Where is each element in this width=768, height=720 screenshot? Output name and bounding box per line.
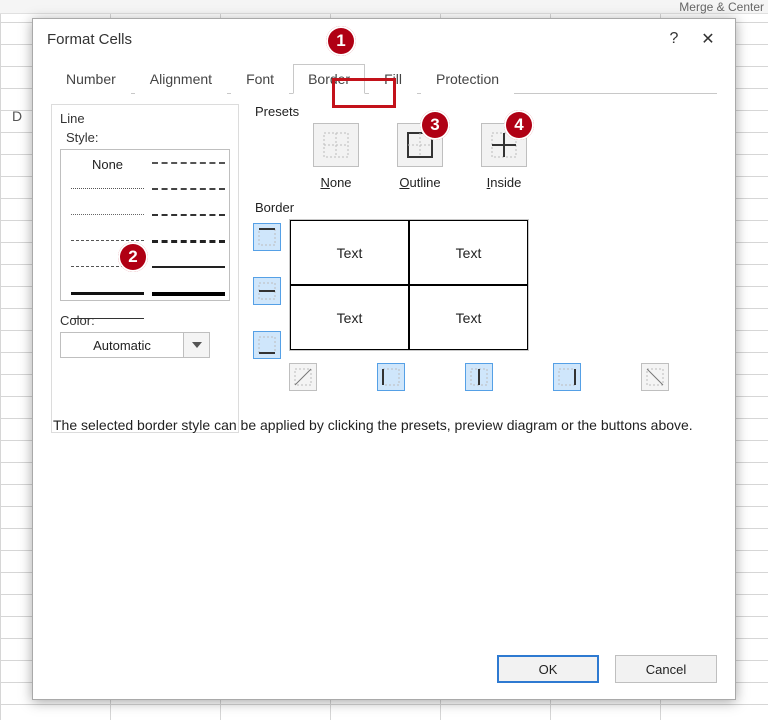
line-style-dotted2[interactable] (71, 208, 144, 224)
line-style-swatches[interactable]: None (60, 149, 230, 301)
border-diag-up-icon (294, 368, 312, 386)
line-style-dash[interactable] (152, 208, 225, 224)
border-middle-v-icon (470, 368, 488, 386)
ribbon-strip: Merge & Center (0, 0, 768, 14)
border-middle-h-button[interactable] (253, 277, 281, 305)
border-label: Border (255, 200, 717, 215)
border-top-icon (258, 228, 276, 246)
line-style-dashdotdot[interactable] (152, 156, 225, 172)
preset-outline[interactable]: Outline (397, 123, 443, 190)
line-style-medium[interactable] (71, 286, 144, 302)
line-group: Line Style: None Color: (51, 104, 239, 433)
line-style-dashthick[interactable] (152, 234, 225, 250)
preview-cell: Text (290, 220, 409, 285)
border-left-icon (382, 368, 400, 386)
border-right-button[interactable] (553, 363, 581, 391)
dialog-client: Number Alignment Font Border Fill Protec… (33, 57, 735, 643)
preset-none[interactable]: None (313, 123, 359, 190)
line-style-dashdot[interactable] (152, 182, 225, 198)
line-style-solid[interactable] (152, 260, 225, 276)
tab-font[interactable]: Font (231, 64, 289, 94)
dialog-buttons: OK Cancel (33, 643, 735, 699)
border-left-button[interactable] (377, 363, 405, 391)
line-style-none[interactable]: None (71, 156, 144, 172)
border-middle-h-icon (258, 282, 276, 300)
preset-none-icon (322, 131, 350, 159)
tab-alignment[interactable]: Alignment (135, 64, 227, 94)
preset-outline-label: Outline (399, 175, 440, 190)
line-style-dashdotdot2[interactable] (71, 260, 144, 276)
line-style-dashdot2[interactable] (71, 234, 144, 250)
ok-button[interactable]: OK (497, 655, 599, 683)
border-diag-down-button[interactable] (641, 363, 669, 391)
tab-number[interactable]: Number (51, 64, 131, 94)
border-bottom-button[interactable] (253, 331, 281, 359)
border-preview[interactable]: Text Text Text Text (289, 219, 529, 351)
preset-inside[interactable]: Inside (481, 123, 527, 190)
border-bottom-icon (258, 336, 276, 354)
hint-text: The selected border style can be applied… (53, 417, 717, 433)
column-header-d: D (12, 108, 22, 124)
merge-center-label: Merge & Center (679, 0, 764, 14)
preset-none-label: None (320, 175, 351, 190)
dialog-title: Format Cells (47, 31, 132, 48)
line-style-thick[interactable] (152, 286, 225, 302)
line-label: Line (60, 111, 230, 126)
preview-cell: Text (290, 285, 409, 350)
presets-label: Presets (255, 104, 717, 119)
line-color-dropdown[interactable]: Automatic (60, 332, 210, 358)
border-right-icon (558, 368, 576, 386)
line-color-value: Automatic (61, 333, 183, 357)
format-cells-dialog: Format Cells ? ✕ Number Alignment Font B… (32, 18, 736, 700)
line-style-dotfine[interactable] (71, 182, 144, 198)
cancel-button[interactable]: Cancel (615, 655, 717, 683)
tab-strip: Number Alignment Font Border Fill Protec… (51, 63, 717, 94)
help-button[interactable]: ? (657, 30, 691, 48)
tab-fill[interactable]: Fill (369, 64, 417, 94)
border-diag-down-icon (646, 368, 664, 386)
style-label: Style: (66, 130, 230, 145)
preview-cell: Text (409, 285, 528, 350)
preset-inside-label: Inside (487, 175, 522, 190)
close-button[interactable]: ✕ (691, 29, 725, 49)
border-diag-up-button[interactable] (289, 363, 317, 391)
dialog-titlebar: Format Cells ? ✕ (33, 19, 735, 57)
border-top-button[interactable] (253, 223, 281, 251)
preset-inside-icon (490, 131, 518, 159)
tab-border[interactable]: Border (293, 64, 365, 94)
border-middle-v-button[interactable] (465, 363, 493, 391)
preview-cell: Text (409, 220, 528, 285)
preset-outline-icon (406, 131, 434, 159)
chevron-down-icon[interactable] (183, 333, 209, 357)
tab-protection[interactable]: Protection (421, 64, 514, 94)
